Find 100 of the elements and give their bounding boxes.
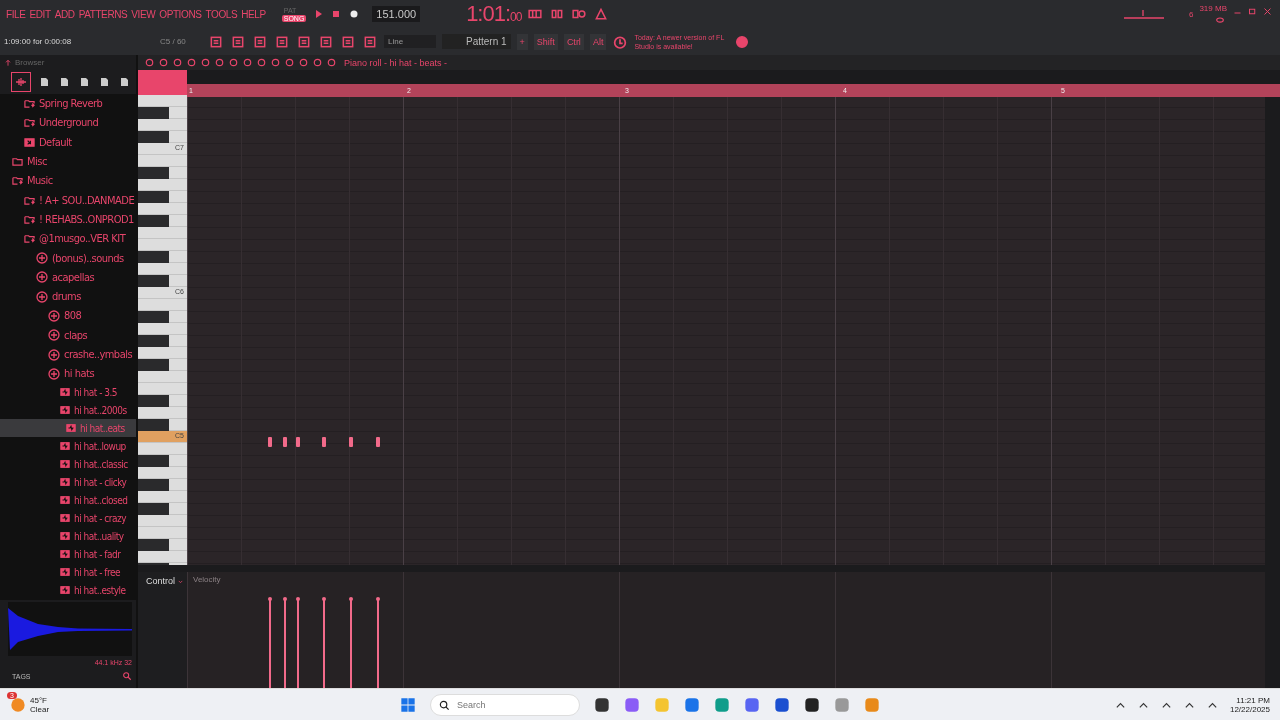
browser-item[interactable]: Music — [0, 171, 136, 191]
browser-item[interactable]: hi hat - clicky — [0, 473, 136, 492]
pin-icon[interactable] — [4, 58, 12, 67]
browser-item[interactable]: hi hat..estyle — [0, 581, 136, 600]
browser-item[interactable]: ! REHABS..ONPROD1 — [0, 209, 136, 230]
loop-icon[interactable] — [571, 7, 588, 21]
audio-file-icon[interactable] — [60, 477, 70, 488]
control-dropdown[interactable]: Control — [146, 576, 187, 586]
browser-item[interactable]: claps — [0, 325, 136, 345]
browser-item[interactable]: ! A+ SOU..DANMADE — [0, 190, 136, 210]
plus-circle-icon[interactable] — [36, 271, 48, 284]
browser-item[interactable]: @1musgo..VER KIT — [0, 229, 136, 249]
audio-file-icon[interactable] — [60, 459, 70, 470]
weather-icon[interactable] — [10, 697, 26, 713]
browser-item[interactable]: Spring Reverb — [0, 94, 136, 114]
browser-item[interactable]: hi hat..uality — [0, 527, 136, 546]
audio-file-icon[interactable] — [60, 405, 70, 416]
piano-key[interactable] — [138, 479, 187, 491]
menu-item[interactable]: EDIT — [29, 8, 51, 20]
browser-item[interactable]: hi hat - crazy — [0, 509, 136, 528]
plus-circle-icon[interactable] — [36, 290, 48, 303]
browser-item[interactable]: acapellas — [0, 267, 136, 287]
browser-item[interactable]: hi hats — [0, 364, 136, 384]
plus-circle-icon[interactable] — [48, 329, 60, 342]
search-field[interactable]: Search — [430, 694, 580, 716]
piano-key[interactable] — [138, 395, 187, 407]
plus-circle-icon[interactable] — [48, 309, 60, 322]
piano-key[interactable] — [138, 311, 187, 323]
scrollbar[interactable] — [1265, 97, 1280, 565]
search-icon[interactable] — [122, 671, 132, 681]
modifier-button[interactable]: Alt — [589, 33, 607, 50]
piano-key[interactable] — [138, 335, 187, 347]
velocity-bars-drawing[interactable] — [266, 596, 380, 688]
start-icon[interactable] — [400, 697, 416, 713]
file-icon[interactable] — [38, 76, 50, 88]
clock-time[interactable]: 11:21 PM — [1236, 696, 1270, 705]
piano-key[interactable] — [138, 215, 187, 227]
browser-item[interactable]: hi hat..classic — [0, 455, 136, 474]
memory-reading: 319 MB — [1199, 3, 1227, 13]
close-icon[interactable] — [1263, 7, 1272, 16]
menu-item[interactable]: FILE — [6, 8, 26, 20]
browser-item[interactable]: hi hat..lowup — [0, 437, 136, 456]
browser-item[interactable]: Default — [0, 132, 136, 152]
browser-item[interactable]: Underground — [0, 113, 136, 133]
snap-dropdown[interactable]: Line — [384, 35, 436, 48]
menu-item[interactable]: VIEW — [131, 8, 156, 20]
browser-item[interactable]: hi hat..closed — [0, 491, 136, 510]
browser-item[interactable]: Misc — [0, 151, 136, 172]
audio-file-icon[interactable] — [60, 495, 70, 506]
piano-key[interactable] — [138, 455, 187, 467]
notes-drawing[interactable] — [266, 437, 380, 447]
menu-item[interactable]: HELP — [241, 8, 266, 20]
piano-key[interactable] — [138, 275, 187, 287]
piano-key[interactable] — [138, 191, 187, 203]
all-tab[interactable] — [12, 73, 30, 91]
piano-key[interactable] — [138, 503, 187, 515]
preset-icon[interactable] — [24, 136, 35, 148]
modifier-button[interactable]: Ctrl — [563, 33, 584, 50]
scrollbar[interactable] — [1265, 572, 1280, 688]
audio-file-icon[interactable] — [60, 531, 70, 542]
restore-icon[interactable] — [1248, 7, 1257, 16]
audio-file-icon[interactable] — [60, 567, 70, 578]
browser-item[interactable]: hi hat - 3.5 — [0, 383, 136, 402]
audio-file-icon[interactable] — [60, 585, 70, 596]
menu-item[interactable]: OPTIONS — [159, 8, 202, 20]
piano-key[interactable] — [138, 167, 187, 179]
browser-item[interactable]: hi hat..2000s — [0, 401, 136, 420]
piano-roll-title: Piano roll - hi hat - beats - — [344, 57, 448, 68]
timeline-corner — [138, 70, 187, 97]
browser-item[interactable]: (bonus)..sounds — [0, 248, 136, 268]
clock-date[interactable]: 12/22/2025 — [1229, 705, 1270, 714]
audio-file-icon[interactable] — [60, 441, 70, 452]
browser-item[interactable]: hi hat..eats — [0, 419, 136, 438]
menu-item[interactable]: ADD — [54, 8, 75, 20]
browser-item[interactable]: 808 — [0, 306, 136, 326]
plus-circle-icon[interactable] — [48, 367, 60, 380]
audio-file-icon[interactable] — [60, 549, 70, 560]
audio-file-icon[interactable] — [60, 513, 70, 524]
piano-key[interactable] — [138, 359, 187, 371]
audio-file-icon[interactable] — [60, 387, 70, 398]
plus-circle-icon[interactable] — [48, 348, 60, 361]
piano-key[interactable] — [138, 251, 187, 263]
audio-file-icon[interactable] — [66, 423, 76, 434]
piano-key[interactable] — [138, 131, 187, 143]
menu-item[interactable]: TOOLS — [205, 8, 238, 20]
waveform-icon — [15, 76, 27, 88]
browser-item[interactable]: crashe..ymbals — [0, 344, 136, 365]
browser-item[interactable]: hi hat - fadr — [0, 545, 136, 564]
piano-key[interactable] — [138, 539, 187, 551]
browser-item[interactable]: hi hat - free — [0, 563, 136, 582]
pattern-selector[interactable]: Pattern 1 — [442, 34, 511, 49]
piano-key[interactable] — [138, 107, 187, 119]
tempo-display[interactable]: 151.000 — [372, 6, 421, 22]
menu-item[interactable]: PATTERNS — [78, 8, 128, 20]
modifier-button[interactable]: Shift — [533, 33, 558, 50]
add-pattern-button[interactable]: + — [516, 33, 528, 50]
browser-item[interactable]: drums — [0, 286, 136, 307]
step-sequencer-icon[interactable] — [527, 7, 544, 21]
scrollbar[interactable] — [138, 565, 1280, 572]
plus-circle-icon[interactable] — [36, 252, 48, 264]
